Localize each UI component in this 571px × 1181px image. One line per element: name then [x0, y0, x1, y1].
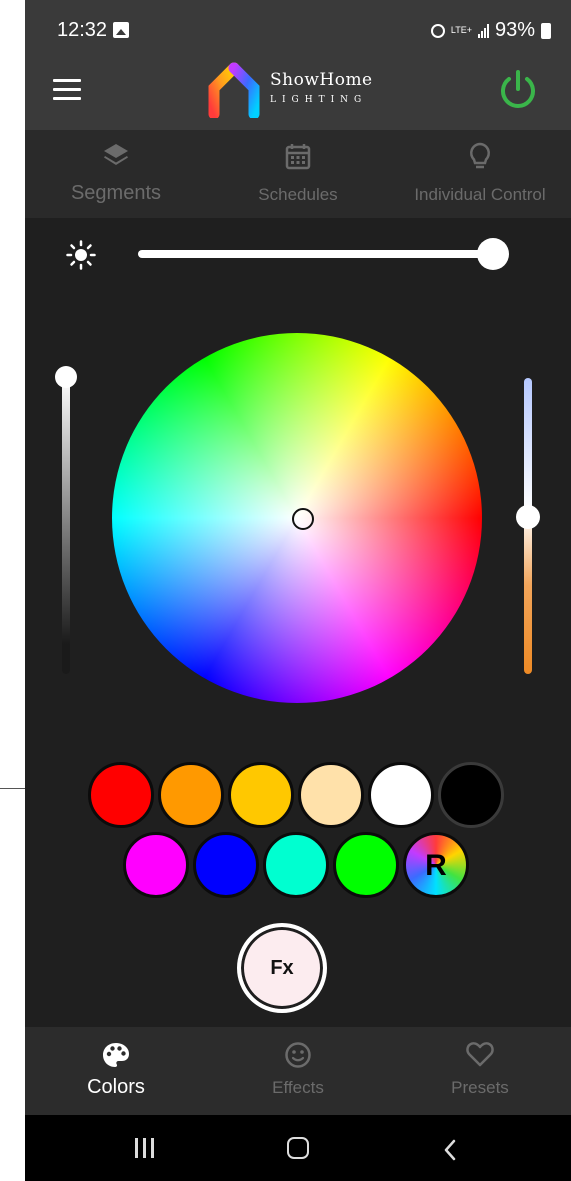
swatch-black[interactable] [438, 762, 504, 828]
network-type: LTE+ [450, 25, 472, 35]
signal-icon [477, 23, 489, 38]
palette-icon [103, 1043, 129, 1067]
brand-name: ShowHome [270, 70, 373, 90]
nav-label: Effects [272, 1078, 324, 1097]
nav-colors[interactable]: Colors [25, 1027, 207, 1115]
back-icon[interactable] [443, 1139, 457, 1161]
system-nav-bar [25, 1115, 571, 1181]
nav-label: Presets [451, 1078, 509, 1097]
home-icon[interactable] [287, 1137, 309, 1159]
battery-icon [541, 22, 551, 39]
alarm-icon [430, 23, 445, 38]
swatch-warm-white[interactable] [298, 762, 364, 828]
app-bar: ShowHome LIGHTING [25, 60, 571, 130]
swatch-yellow[interactable] [228, 762, 294, 828]
status-indicators: LTE+ 93% [430, 19, 551, 42]
nav-effects[interactable]: Effects [207, 1027, 389, 1115]
recent-apps-icon[interactable] [135, 1138, 154, 1158]
tab-label: Segments [70, 182, 162, 204]
white-level-thumb[interactable] [55, 366, 77, 388]
tab-segments[interactable]: Segments [25, 130, 207, 218]
tab-label: Schedules [258, 185, 338, 204]
bottom-nav: Colors Effects Presets [25, 1027, 571, 1115]
swatch-green[interactable] [333, 832, 399, 898]
logo-icon [208, 62, 260, 118]
swatch-cyan[interactable] [263, 832, 329, 898]
fx-button[interactable]: Fx [237, 923, 327, 1013]
swatch-red[interactable] [88, 762, 154, 828]
tab-schedules[interactable]: Schedules [207, 130, 389, 218]
brand-subtitle: LIGHTING [270, 95, 368, 105]
gallery-icon [113, 22, 129, 38]
brightness-slider-thumb[interactable] [477, 238, 509, 270]
brightness-slider-track[interactable] [138, 250, 493, 258]
swatch-white[interactable] [368, 762, 434, 828]
battery-percent: 93% [494, 19, 535, 41]
heart-icon [466, 1042, 494, 1067]
power-button[interactable] [495, 67, 541, 113]
calendar-icon [285, 144, 311, 170]
layers-icon [104, 144, 128, 165]
nav-presets[interactable]: Presets [389, 1027, 571, 1115]
swatch-random[interactable]: R [403, 832, 469, 898]
lightbulb-icon [469, 142, 491, 169]
status-bar: 12:32 LTE+ 93% [25, 0, 571, 60]
swatch-blue[interactable] [193, 832, 259, 898]
status-time: 12:32 [57, 19, 108, 41]
swatch-orange[interactable] [158, 762, 224, 828]
brightness-icon [66, 240, 96, 270]
smiley-icon [285, 1042, 311, 1068]
tab-individual-control[interactable]: Individual Control [389, 130, 571, 218]
tab-label: Individual Control [414, 185, 546, 204]
fx-label: Fx [270, 957, 294, 979]
phone-screen: 12:32 LTE+ 93% ShowHome LIGHTING Segment… [25, 0, 571, 1181]
random-label: R [425, 849, 447, 882]
swatch-magenta[interactable] [123, 832, 189, 898]
top-tab-bar: Segments Schedules Individual Control [25, 130, 571, 218]
color-wheel-cursor[interactable] [292, 508, 314, 530]
color-temperature-thumb[interactable] [516, 505, 540, 529]
white-level-slider[interactable] [62, 376, 70, 674]
nav-label: Colors [87, 1076, 145, 1098]
menu-icon[interactable] [53, 79, 83, 101]
